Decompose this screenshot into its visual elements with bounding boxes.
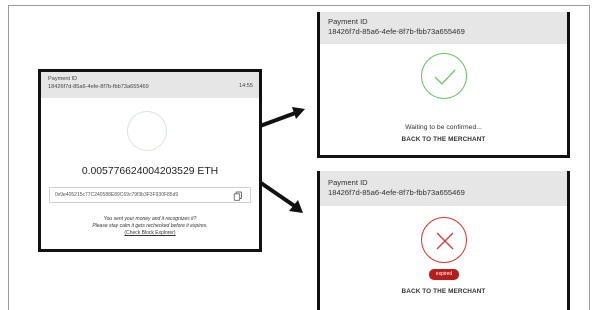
help-note-line1: You sent your money and it recognizes it…: [103, 216, 197, 222]
block-explorer-link[interactable]: (Check Block Explorer): [41, 230, 259, 236]
progress-circle-icon: [127, 111, 167, 151]
checkmark-icon: [421, 53, 467, 99]
wallet-address-field[interactable]: 0x9e405215c77C240588E89C69c79f3b3F3F930F…: [49, 187, 251, 203]
cross-icon: [421, 217, 467, 263]
payment-id: 18426f7d-85a6-4efe-8f7b-fbb73a655469: [328, 27, 465, 36]
payment-id: 18426f7d-85a6-4efe-8f7b-fbb73a655469: [328, 188, 465, 197]
payment-header: Payment ID 18426f7d-85a6-4efe-8f7b-fbb73…: [320, 171, 567, 206]
back-to-merchant-link[interactable]: BACK TO THE MERCHANT: [320, 136, 567, 143]
copy-icon[interactable]: [233, 191, 243, 201]
payment-expired-card: Payment ID 18426f7d-85a6-4efe-8f7b-fbb73…: [317, 171, 570, 310]
countdown-timer: 14:55: [239, 83, 253, 89]
help-note-line2: Please stay calm it gets rechecked befor…: [92, 223, 208, 229]
arrow-down-right-icon: [259, 181, 303, 213]
payment-header: Payment ID 18426f7d-85a6-4efe-8f7b-fbb73…: [41, 72, 259, 98]
payment-id: 18426f7d-85a6-4efe-8f7b-fbb73a655469: [48, 84, 149, 90]
payment-id-label: Payment ID: [328, 17, 368, 26]
payment-id-label: Payment ID: [48, 76, 78, 82]
payment-header: Payment ID 18426f7d-85a6-4efe-8f7b-fbb73…: [320, 12, 567, 44]
confirmation-status: Waiting to be confirmed...: [405, 124, 482, 131]
back-to-merchant-link[interactable]: BACK TO THE MERCHANT: [320, 288, 567, 295]
payment-card: Payment ID 18426f7d-85a6-4efe-8f7b-fbb73…: [38, 69, 262, 252]
wallet-address: 0x9e405215c77C240588E89C69c79f3b3F3F930F…: [55, 192, 179, 198]
expired-badge: expired: [429, 269, 459, 280]
payment-amount: 0.005776624004203529 ETH: [81, 166, 219, 177]
payment-id-label: Payment ID: [328, 178, 368, 187]
payment-success-card: Payment ID 18426f7d-85a6-4efe-8f7b-fbb73…: [317, 12, 570, 158]
arrow-up-right-icon: [259, 107, 305, 128]
